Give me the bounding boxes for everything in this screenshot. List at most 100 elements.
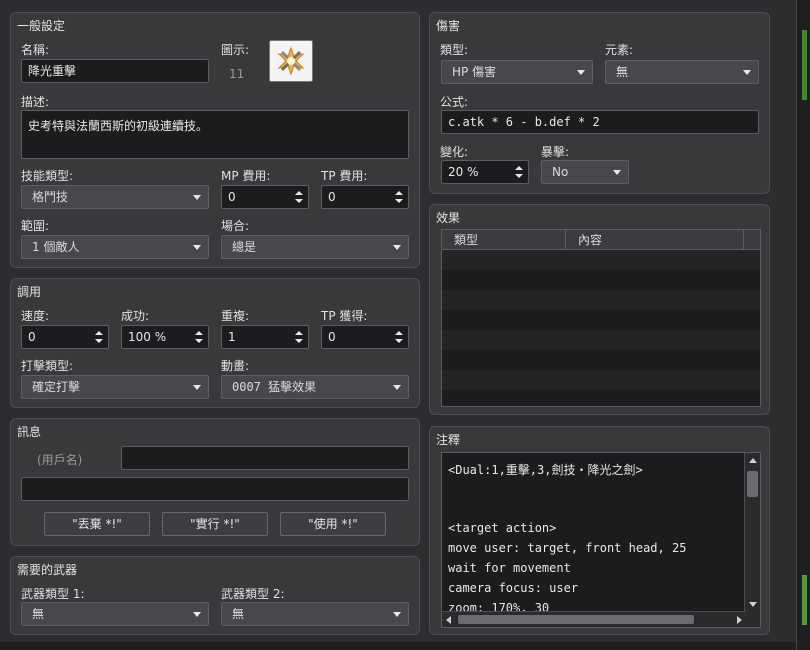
critical-value: No [552,165,569,179]
note-vertical-scrollbar[interactable] [744,453,760,627]
table-row[interactable] [442,370,760,390]
spin-up-icon[interactable] [295,191,303,195]
edge-indicator [802,30,807,100]
occasion-select[interactable]: 總是 [221,235,409,259]
edge-indicator [802,575,807,625]
formula-field[interactable]: c.atk * 6 - b.def * 2 [441,110,759,134]
spin-up-icon[interactable] [195,331,203,335]
table-row[interactable] [442,390,760,406]
scroll-right-icon[interactable] [737,616,742,624]
spin-down-icon[interactable] [195,339,203,343]
damage-type-select[interactable]: HP 傷害 [441,60,593,84]
skill-icon-picker[interactable] [269,40,313,82]
discard-message-button[interactable]: "丟棄 *!" [44,512,150,536]
tp-cost-spinner[interactable]: 0 [321,185,409,209]
speed-label: 速度: [21,309,50,323]
table-row[interactable] [442,310,760,330]
scope-select[interactable]: 1 個敵人 [21,235,209,259]
success-spinner[interactable]: 100 % [121,325,209,349]
name-field[interactable]: 降光重擊 [21,59,209,83]
message-line-2[interactable] [21,477,409,501]
table-row[interactable] [442,270,760,290]
note-horizontal-scrollbar[interactable] [442,611,746,627]
critical-label: 暴擊: [541,145,570,159]
window-bottom-edge [0,642,796,650]
weapon-type-2-label: 武器類型 2: [221,587,285,601]
spin-up-icon[interactable] [395,331,403,335]
spin-down-icon[interactable] [395,339,403,343]
repeat-spinner[interactable]: 1 [221,325,309,349]
execute-message-button[interactable]: "實行 *!" [162,512,268,536]
occasion-label: 場合: [221,219,250,233]
chevron-down-icon [193,195,201,200]
effects-table[interactable]: 類型 內容 [441,229,761,407]
critical-select[interactable]: No [541,160,629,184]
weapon-type-2-select[interactable]: 無 [221,602,409,626]
tp-gain-spinner[interactable]: 0 [321,325,409,349]
description-field[interactable]: 史考特與法蘭西斯的初級連續技。 [21,110,409,159]
spin-down-icon[interactable] [295,339,303,343]
note-line: camera focus: user [448,581,579,595]
variance-spinner[interactable]: 20 % [441,160,529,184]
icon-index: 11 [229,67,245,81]
skill-type-value: 格鬥技 [32,190,69,204]
effects-column-content[interactable]: 內容 [566,230,744,250]
spin-down-icon[interactable] [515,174,523,178]
element-select[interactable]: 無 [605,60,759,84]
invocation-title: 調用 [17,285,42,299]
damage-type-label: 類型: [440,43,469,57]
spin-down-icon[interactable] [95,339,103,343]
required-weapons-group: 需要的武器 武器類型 1: 無 武器類型 2: 無 [10,556,420,635]
hit-type-label: 打擊類型: [21,359,74,373]
table-row[interactable] [442,250,760,270]
spin-up-icon[interactable] [95,331,103,335]
scroll-down-icon[interactable] [749,602,757,607]
scope-value: 1 個敵人 [32,240,80,254]
skill-type-select[interactable]: 格鬥技 [21,185,209,209]
chevron-down-icon [393,612,401,617]
user-name-label: (用戶名) [37,453,83,467]
icon-label: 圖示: [221,43,250,57]
effects-column-type[interactable]: 類型 [442,230,566,250]
variance-label: 變化: [440,145,469,159]
weapon-type-1-value: 無 [32,607,45,621]
general-settings-group: 一般設定 名稱: 降光重擊 圖示: 11 描述: 史考特與法蘭西斯的初級連續技。… [10,12,420,268]
repeat-value: 1 [228,330,236,344]
speed-spinner[interactable]: 0 [21,325,109,349]
animation-value: 0007 猛擊效果 [232,380,317,394]
element-label: 元素: [605,43,634,57]
weapon-type-2-value: 無 [232,607,245,621]
use-message-button[interactable]: "使用 *!" [280,512,386,536]
invocation-group: 調用 速度: 0 成功: 100 % 重複: 1 TP 獲得: 0 打擊類型: … [10,278,420,408]
element-value: 無 [616,65,629,79]
effects-group: 效果 類型 內容 [429,204,770,415]
table-row[interactable] [442,290,760,310]
table-row[interactable] [442,330,760,350]
success-label: 成功: [121,309,150,323]
window-edge [796,0,810,650]
animation-label: 動畫: [221,359,250,373]
spin-up-icon[interactable] [515,166,523,170]
scroll-left-icon[interactable] [446,616,451,624]
scrollbar-thumb[interactable] [747,471,758,497]
skill-type-label: 技能類型: [21,169,74,183]
scrollbar-thumb[interactable] [458,615,694,624]
note-line: <target action> [448,521,557,535]
message-line-1[interactable] [121,446,409,470]
note-line: wait for movement [448,561,571,575]
mp-cost-spinner[interactable]: 0 [221,185,309,209]
occasion-value: 總是 [232,240,257,254]
spin-down-icon[interactable] [295,199,303,203]
scroll-up-icon[interactable] [749,458,757,463]
spin-up-icon[interactable] [395,191,403,195]
weapon-type-1-label: 武器類型 1: [21,587,85,601]
spin-up-icon[interactable] [295,331,303,335]
speed-value: 0 [28,330,36,344]
spin-down-icon[interactable] [395,199,403,203]
note-textarea[interactable]: <Dual:1,重擊,3,劍技・降光之劍> <target action> mo… [441,452,761,628]
note-group: 注釋 <Dual:1,重擊,3,劍技・降光之劍> <target action>… [429,426,770,635]
hit-type-select[interactable]: 確定打擊 [21,375,209,399]
table-row[interactable] [442,350,760,370]
weapon-type-1-select[interactable]: 無 [21,602,209,626]
animation-select[interactable]: 0007 猛擊效果 [221,375,409,399]
